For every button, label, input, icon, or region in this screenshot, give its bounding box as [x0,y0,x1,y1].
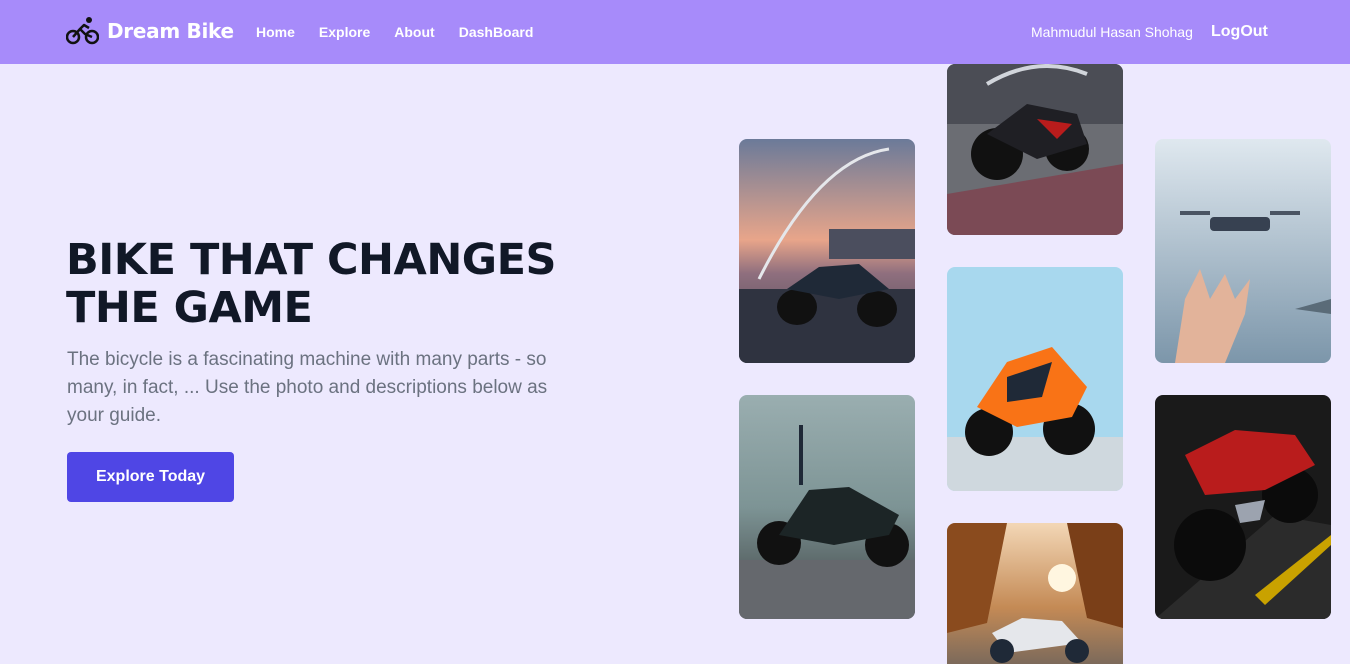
nav-link-dashboard[interactable]: DashBoard [459,24,534,40]
logout-button[interactable]: LogOut [1211,23,1268,41]
photo-drone-hand [1155,139,1331,363]
photo-orange-sport-bike [947,267,1123,491]
nav-link-home[interactable]: Home [256,24,295,40]
photo-red-motorcycle-dark [1155,395,1331,619]
hero-description: The bicycle is a fascinating machine wit… [67,349,548,426]
brand[interactable]: Dream Bike [66,16,234,46]
user-name: Mahmudul Hasan Shohag [1031,24,1193,40]
nav-links: Home Explore About DashBoard [256,24,533,40]
photo-red-sport-bike [947,64,1123,235]
nav-link-about[interactable]: About [394,24,434,40]
bicycle-icon [66,17,99,45]
explore-today-button[interactable]: Explore Today [67,452,234,502]
photo-bridge-motorcycle [739,139,915,363]
photo-naked-motorcycle [739,395,915,619]
nav-link-explore[interactable]: Explore [319,24,370,40]
brand-name: Dream Bike [107,19,234,43]
navbar: Dream Bike Home Explore About DashBoard … [0,0,1350,64]
hero-title: BIKE THAT CHANGES THE GAME [66,235,556,333]
photo-autumn-road-bike [947,523,1123,664]
